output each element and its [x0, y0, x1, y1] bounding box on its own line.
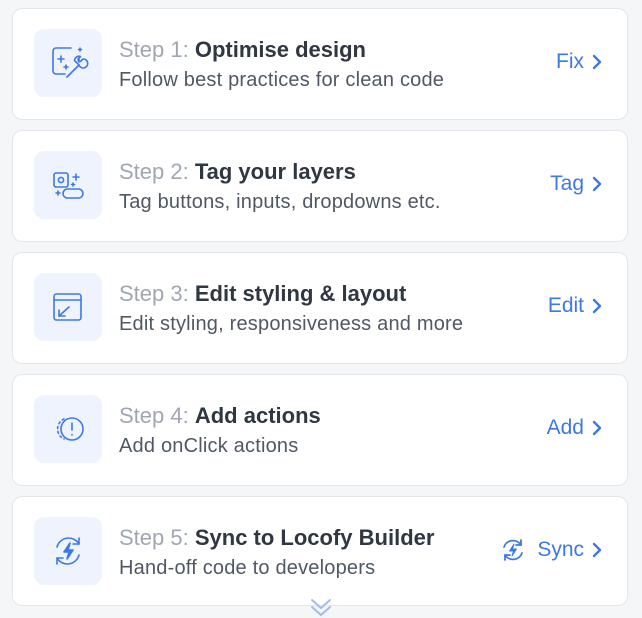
- edit-button[interactable]: Edit: [548, 291, 603, 321]
- step-number: Step 3:: [119, 281, 189, 306]
- step-number: Step 5:: [119, 525, 189, 550]
- sync-icon: [503, 539, 524, 561]
- step-card-edit-styling: Step 3: Edit styling & layout Edit styli…: [12, 252, 628, 364]
- step-description: Tag buttons, inputs, dropdowns etc.: [119, 191, 441, 213]
- step-title: Tag your layers: [194, 159, 356, 184]
- tag-button[interactable]: Tag: [550, 169, 603, 199]
- step-description: Add onClick actions: [119, 435, 299, 457]
- step-number: Step 4:: [119, 403, 189, 428]
- tag-button-label: Tag: [550, 172, 584, 195]
- step-description: Follow best practices for clean code: [119, 69, 445, 91]
- step-title: Optimise design: [194, 37, 366, 62]
- step-title-row: Step 5: Sync to Locofy Builder: [119, 523, 434, 553]
- step-title: Sync to Locofy Builder: [194, 525, 435, 550]
- step-title: Add actions: [194, 403, 321, 428]
- add-button-label: Add: [546, 416, 584, 439]
- step-title-row: Step 1: Optimise design: [119, 35, 444, 65]
- edit-layout-icon: [34, 273, 102, 341]
- tag-layers-icon: [34, 151, 102, 219]
- step-card-tag-layers: Step 2: Tag your layers Tag buttons, inp…: [12, 130, 628, 242]
- add-button[interactable]: Add: [547, 413, 603, 443]
- step-title-row: Step 3: Edit styling & layout: [119, 279, 463, 309]
- step-description: Edit styling, responsiveness and more: [119, 313, 464, 335]
- step-card-optimise-design: Step 1: Optimise design Follow best prac…: [12, 8, 628, 120]
- chevron-right-icon: [592, 542, 602, 558]
- step-number: Step 2:: [119, 159, 189, 184]
- double-chevron-down-icon[interactable]: [307, 596, 335, 618]
- sync-button[interactable]: Sync: [499, 535, 603, 565]
- click-actions-icon: [34, 395, 102, 463]
- step-description: Hand-off code to developers: [119, 557, 376, 579]
- step-card-add-actions: Step 4: Add actions Add onClick actions …: [12, 374, 628, 486]
- step-title: Edit styling & layout: [194, 281, 407, 306]
- sync-button-label: Sync: [537, 538, 584, 561]
- chevron-right-icon: [592, 176, 602, 192]
- chevron-right-icon: [592, 298, 602, 314]
- step-card-sync: Step 5: Sync to Locofy Builder Hand-off …: [12, 496, 628, 606]
- step-number: Step 1:: [119, 37, 189, 62]
- step-title-row: Step 4: Add actions: [119, 401, 321, 431]
- steps-list: Step 1: Optimise design Follow best prac…: [12, 8, 628, 616]
- fix-button-label: Fix: [556, 50, 584, 73]
- sync-bolt-icon: [34, 517, 102, 585]
- fix-button[interactable]: Fix: [556, 47, 603, 77]
- chevron-right-icon: [592, 420, 602, 436]
- edit-button-label: Edit: [547, 294, 584, 317]
- design-wrench-icon: [34, 29, 102, 97]
- step-title-row: Step 2: Tag your layers: [119, 157, 441, 187]
- chevron-right-icon: [592, 54, 602, 70]
